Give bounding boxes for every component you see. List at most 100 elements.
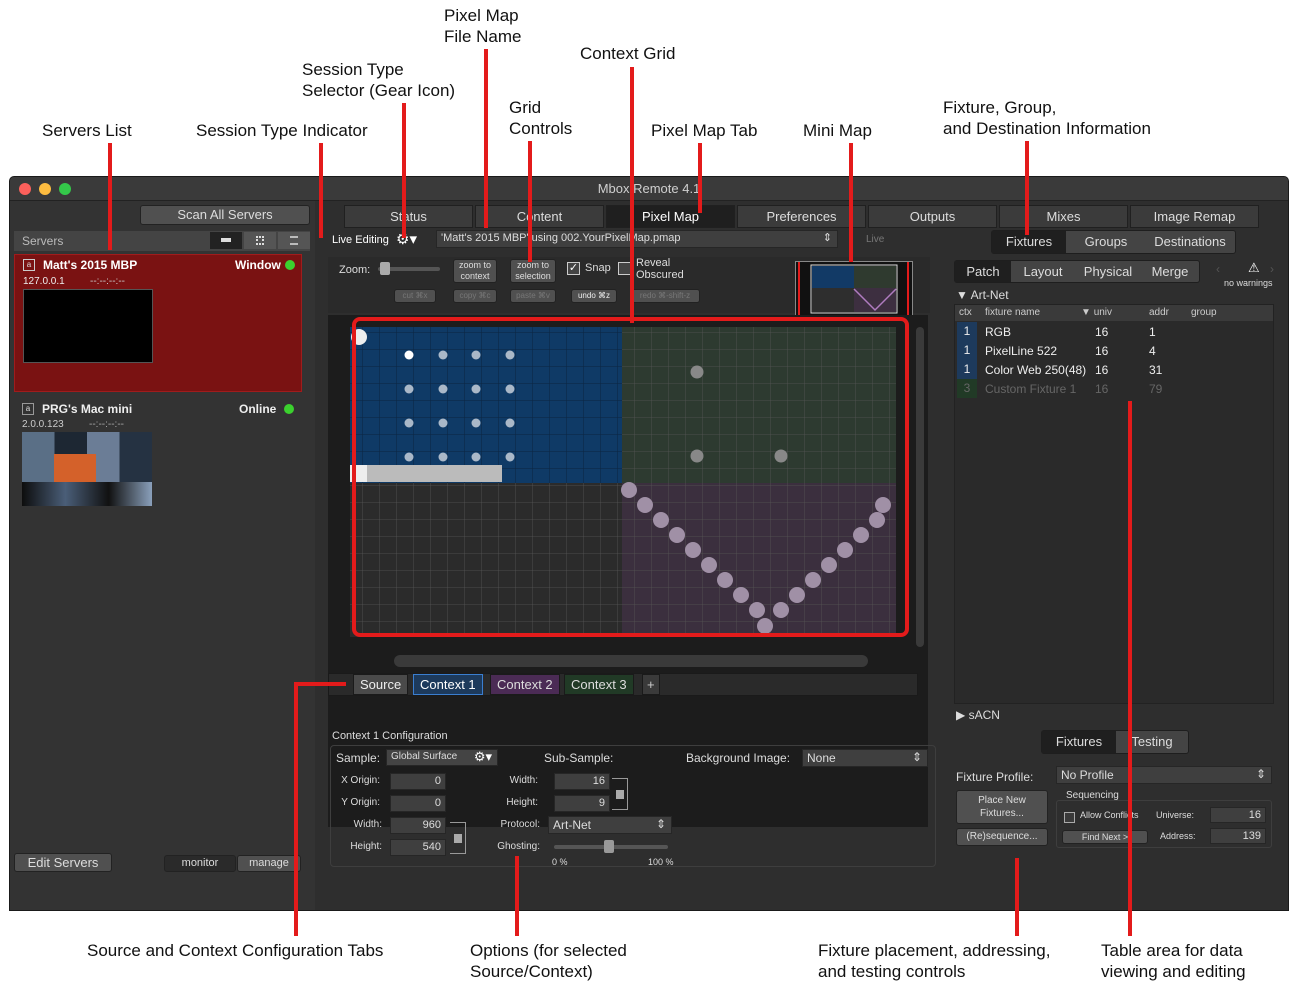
tab-testing[interactable]: Testing	[1116, 731, 1188, 753]
tab-physical[interactable]: Physical	[1076, 261, 1140, 282]
universe-field[interactable]: 16	[1210, 807, 1266, 823]
copy-button[interactable]: copy ⌘c	[453, 289, 497, 303]
view-large-icon[interactable]	[210, 232, 242, 249]
column-univ[interactable]: ▼ univ	[1081, 307, 1112, 318]
ghosting-slider[interactable]	[554, 840, 668, 853]
zoom-slider[interactable]	[378, 262, 440, 275]
tab-content[interactable]: Content	[475, 205, 604, 228]
lock-icon[interactable]	[616, 790, 624, 799]
row-univ: 16	[1095, 382, 1109, 396]
tab-mixes[interactable]: Mixes	[999, 205, 1128, 228]
annotation-pixel-map-tab: Pixel Map Tab	[651, 121, 758, 140]
tab-merge[interactable]: Merge	[1142, 261, 1198, 282]
height-field[interactable]: 540	[390, 839, 446, 856]
next-warning-icon[interactable]: ›	[1270, 262, 1274, 276]
server-card[interactable]: a PRG's Mac mini Online 2.0.0.123 --:--:…	[14, 399, 302, 511]
server-ip: 127.0.0.1	[23, 276, 65, 287]
lock-icon[interactable]	[454, 834, 462, 843]
column-ctx[interactable]: ctx	[959, 307, 972, 318]
server-card-selected[interactable]: a Matt's 2015 MBP Window 127.0.0.1 --:--…	[14, 254, 302, 392]
server-preview	[22, 432, 152, 506]
column-group[interactable]: group	[1191, 307, 1217, 318]
ghosting-slider-handle[interactable]	[604, 840, 614, 853]
leader-fixture-info	[1025, 141, 1029, 235]
tab-status[interactable]: Status	[344, 205, 473, 228]
leader-context-grid	[630, 67, 634, 323]
zoom-to-selection-button[interactable]: zoom to selection	[510, 259, 556, 283]
sub-height-field[interactable]: 9	[554, 795, 610, 812]
tab-patch[interactable]: Patch	[955, 261, 1011, 282]
tab-context-1[interactable]: Context 1	[413, 674, 483, 695]
gear-icon[interactable]: ⚙▾	[396, 230, 417, 248]
manage-button[interactable]: manage	[237, 855, 301, 872]
prev-warning-icon[interactable]: ‹	[1216, 262, 1220, 276]
resequence-button[interactable]: (Re)sequence...	[956, 828, 1048, 846]
leader-context-tabs-vertical	[294, 682, 298, 936]
zoom-slider-handle[interactable]	[380, 262, 390, 275]
tab-outputs[interactable]: Outputs	[868, 205, 997, 228]
tab-preferences[interactable]: Preferences	[737, 205, 866, 228]
pixel-map-file-select[interactable]: 'Matt's 2015 MBP' using 002.YourPixelMap…	[436, 230, 838, 248]
table-row[interactable]: 3 Custom Fixture 1 16 79	[955, 379, 1273, 398]
row-univ: 16	[1095, 344, 1109, 358]
place-new-fixtures-button[interactable]: Place New Fixtures...	[956, 790, 1048, 824]
background-image-select[interactable]: None ⇕	[802, 749, 928, 767]
annotation-servers-list: Servers List	[42, 121, 132, 140]
protocol-label: Protocol:	[500, 819, 540, 830]
server-name: Matt's 2015 MBP	[43, 258, 138, 272]
server-name: PRG's Mac mini	[42, 402, 133, 416]
tab-layout[interactable]: Layout	[1012, 261, 1074, 282]
x-origin-field[interactable]: 0	[390, 773, 446, 790]
sample-select[interactable]: Global Surface ⚙▾	[386, 749, 498, 766]
view-grid-icon[interactable]	[244, 232, 276, 249]
sub-height-label: Height:	[506, 797, 538, 808]
add-context-button[interactable]: +	[642, 674, 660, 695]
protocol-select[interactable]: Art-Net ⇕	[548, 816, 672, 834]
y-origin-field[interactable]: 0	[390, 795, 446, 812]
tab-image-remap[interactable]: Image Remap	[1130, 205, 1259, 228]
table-row[interactable]: 1 Color Web 250(48) 16 31	[955, 360, 1273, 379]
snap-checkbox[interactable]: ✓	[567, 262, 580, 275]
paste-button[interactable]: paste ⌘v	[510, 289, 556, 303]
cut-button[interactable]: cut ⌘x	[394, 289, 436, 303]
leader-session-selector	[402, 103, 406, 238]
view-list-icon[interactable]	[278, 232, 310, 249]
fixture-profile-select[interactable]: No Profile ⇕	[1056, 766, 1272, 784]
column-addr[interactable]: addr	[1149, 307, 1169, 318]
monitor-button[interactable]: monitor	[164, 855, 236, 872]
scan-all-servers-button[interactable]: Scan All Servers	[140, 205, 310, 225]
gear-icon[interactable]: ⚙▾	[474, 749, 492, 765]
tab-fixtures[interactable]: Fixtures	[992, 231, 1066, 253]
width-field[interactable]: 960	[390, 817, 446, 834]
find-next-button[interactable]: Find Next >	[1062, 830, 1148, 844]
row-univ: 16	[1095, 325, 1109, 339]
table-row[interactable]: 1 PixelLine 522 16 4	[955, 341, 1273, 360]
sacn-group-header[interactable]: ▶ sACN	[956, 708, 1000, 722]
config-title: Context 1 Configuration	[332, 730, 448, 742]
tab-groups[interactable]: Groups	[1068, 231, 1144, 253]
zoom-to-context-button[interactable]: zoom to context	[453, 259, 497, 283]
table-row[interactable]: 1 RGB 16 1	[955, 322, 1273, 341]
row-fixture-name: RGB	[985, 325, 1012, 339]
tab-context-2[interactable]: Context 2	[490, 674, 560, 695]
sub-width-field[interactable]: 16	[554, 773, 610, 790]
row-addr: 1	[1149, 325, 1156, 339]
tab-source[interactable]: Source	[353, 674, 409, 695]
tab-fixtures-tool[interactable]: Fixtures	[1042, 731, 1116, 753]
redo-button[interactable]: redo ⌘-shift-z	[630, 289, 700, 303]
artnet-group-header[interactable]: ▼ Art-Net	[956, 288, 1009, 302]
allow-conflicts-checkbox[interactable]	[1064, 812, 1075, 823]
address-field[interactable]: 139	[1210, 828, 1266, 844]
edit-servers-button[interactable]: Edit Servers	[14, 853, 112, 872]
undo-button[interactable]: undo ⌘z	[571, 289, 617, 303]
servers-header: Servers	[14, 231, 310, 251]
tab-context-3[interactable]: Context 3	[564, 674, 634, 695]
mini-map[interactable]	[795, 261, 913, 319]
row-ctx: 1	[957, 341, 977, 360]
tab-destinations[interactable]: Destinations	[1146, 231, 1234, 253]
column-fixture-name[interactable]: fixture name	[985, 307, 1040, 318]
servers-label: Servers	[22, 234, 64, 248]
tab-pixel-map[interactable]: Pixel Map	[606, 205, 735, 228]
warning-icon: ⚠	[1248, 260, 1260, 275]
row-fixture-name: Color Web 250(48)	[985, 363, 1087, 377]
